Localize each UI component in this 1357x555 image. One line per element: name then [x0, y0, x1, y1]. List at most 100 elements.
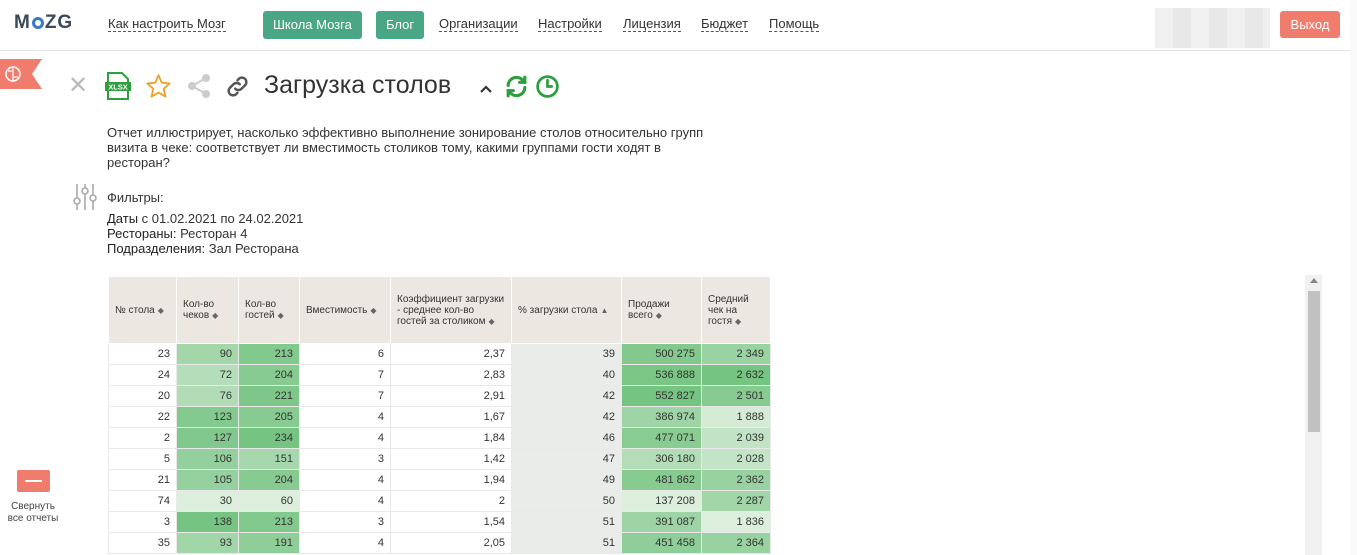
brain-tab-icon[interactable] — [0, 59, 42, 89]
table-cell: 500 275 — [621, 343, 702, 365]
school-button[interactable]: Школа Мозга — [263, 11, 362, 39]
table-cell: 35 — [108, 532, 177, 554]
filters-icon[interactable] — [72, 183, 98, 216]
table-cell: 552 827 — [621, 385, 702, 407]
table-row[interactable]: 23 90 213 6 2,37 39 500 275 2 349 — [108, 343, 771, 365]
table-row[interactable]: 35 93 191 4 2,05 51 451 458 2 364 — [108, 532, 771, 554]
table-cell: 1 836 — [701, 511, 771, 533]
page-scrollbar[interactable] — [1350, 0, 1357, 555]
table-cell: 1,42 — [390, 448, 512, 470]
blog-button[interactable]: Блог — [376, 11, 425, 39]
filter-dates-label: Даты — [107, 211, 139, 226]
star-icon[interactable] — [145, 73, 172, 105]
table-row[interactable]: 3 138 213 3 1,54 51 391 087 1 836 — [108, 511, 771, 533]
col-header-capacity[interactable]: Вместимость ◆ — [299, 276, 391, 344]
table-cell: 105 — [176, 469, 239, 491]
table-cell: 2 349 — [701, 343, 771, 365]
table-cell: 536 888 — [621, 364, 702, 386]
nav-how-to[interactable]: Как настроить Мозг — [108, 17, 226, 32]
sort-icon: ◆ — [212, 311, 219, 320]
table-cell: 40 — [511, 364, 622, 386]
chevron-up-icon[interactable] — [479, 81, 493, 99]
mozg-logo[interactable]: M ZG — [14, 12, 73, 34]
table-cell: 1,54 — [390, 511, 512, 533]
table-cell: 51 — [511, 532, 622, 554]
table-cell: 306 180 — [621, 448, 702, 470]
sort-icon: ◆ — [734, 316, 742, 326]
table-cell: 2 039 — [701, 427, 771, 449]
table-scrollbar-thumb[interactable] — [1308, 291, 1320, 432]
table-cell: 60 — [238, 490, 300, 512]
table-cell: 451 458 — [621, 532, 702, 554]
table-row[interactable]: 20 76 221 7 2,91 42 552 827 2 501 — [108, 385, 771, 407]
table-cell: 137 208 — [621, 490, 702, 512]
table-cell: 106 — [176, 448, 239, 470]
table-row[interactable]: 22 123 205 4 1,67 42 386 974 1 888 — [108, 406, 771, 428]
col-header-load-pct[interactable]: % загрузки стола ▲ — [511, 276, 622, 344]
xlsx-export-icon[interactable]: XLSX — [105, 72, 131, 105]
table-cell: 205 — [238, 406, 300, 428]
table-cell: 2 — [108, 427, 177, 449]
nav-budget[interactable]: Бюджет — [701, 17, 749, 32]
exit-button[interactable]: Выход — [1280, 11, 1340, 38]
table-cell: 21 — [108, 469, 177, 491]
table-row[interactable]: 74 30 60 4 2 50 137 208 2 287 — [108, 490, 771, 512]
nav-license[interactable]: Лицензия — [623, 17, 681, 32]
table-row[interactable]: 21 105 204 4 1,94 49 481 862 2 362 — [108, 469, 771, 491]
report-title: Загрузка столов — [264, 71, 452, 99]
table-cell: 191 — [238, 532, 300, 554]
table-cell: 2,91 — [390, 385, 512, 407]
table-cell: 39 — [511, 343, 622, 365]
table-cell: 481 862 — [621, 469, 702, 491]
table-cell: 5 — [108, 448, 177, 470]
collapse-all-label[interactable]: Свернуть все отчеты — [2, 501, 64, 525]
table-cell: 391 087 — [621, 511, 702, 533]
table-row[interactable]: 5 106 151 3 1,42 47 306 180 2 028 — [108, 448, 771, 470]
filters-title: Фильтры: — [107, 190, 164, 205]
sort-asc-icon: ▲ — [600, 305, 609, 315]
col-header-checks[interactable]: Кол-во чеков ◆ — [176, 276, 239, 344]
sort-icon: ◆ — [488, 316, 495, 326]
col-header-load-coef[interactable]: Коэффициент загрузки - среднее кол-во го… — [390, 276, 512, 344]
link-icon[interactable] — [224, 73, 251, 105]
table-row[interactable]: 24 72 204 7 2,83 40 536 888 2 632 — [108, 364, 771, 386]
table-cell: 51 — [511, 511, 622, 533]
collapse-all-icon[interactable] — [17, 470, 50, 492]
filter-restaurants-label: Рестораны: — [107, 226, 177, 241]
table-row[interactable]: 2 127 234 4 1,84 46 477 071 2 039 — [108, 427, 771, 449]
col-header-sales[interactable]: Продажи всего ◆ — [621, 276, 702, 344]
table-cell: 4 — [299, 490, 391, 512]
table-cell: 2 — [390, 490, 512, 512]
nav-organizations[interactable]: Организации — [439, 17, 518, 32]
table-cell: 2,37 — [390, 343, 512, 365]
table-cell: 30 — [176, 490, 239, 512]
filter-dates: Даты с 01.02.2021 по 24.02.2021 — [107, 211, 303, 226]
table-cell: 234 — [238, 427, 300, 449]
clock-icon[interactable] — [535, 74, 560, 104]
share-icon[interactable] — [186, 73, 212, 104]
table-cell: 72 — [176, 364, 239, 386]
table-cell: 20 — [108, 385, 177, 407]
table-cell: 42 — [511, 406, 622, 428]
table-cell: 127 — [176, 427, 239, 449]
table-cell: 49 — [511, 469, 622, 491]
col-header-table-no[interactable]: № стола ◆ — [108, 276, 177, 344]
table-cell: 204 — [238, 364, 300, 386]
table-cell: 1,67 — [390, 406, 512, 428]
table-cell: 7 — [299, 364, 391, 386]
table-cell: 221 — [238, 385, 300, 407]
table-cell: 23 — [108, 343, 177, 365]
table-cell: 42 — [511, 385, 622, 407]
table-cell: 93 — [176, 532, 239, 554]
nav-settings[interactable]: Настройки — [538, 17, 602, 32]
nav-help[interactable]: Помощь — [769, 17, 820, 32]
col-header-avg-check[interactable]: Средний чек на гостя ◆ — [701, 276, 771, 344]
filter-restaurants: Рестораны: Ресторан 4 — [107, 226, 247, 241]
table-cell: 2 028 — [701, 448, 771, 470]
table-cell: 151 — [238, 448, 300, 470]
refresh-icon[interactable] — [504, 74, 529, 104]
close-icon[interactable]: ✕ — [68, 74, 88, 98]
col-header-guests[interactable]: Кол-во гостей ◆ — [238, 276, 300, 344]
table-cell: 50 — [511, 490, 622, 512]
scroll-up-arrow-icon[interactable] — [1310, 278, 1318, 283]
